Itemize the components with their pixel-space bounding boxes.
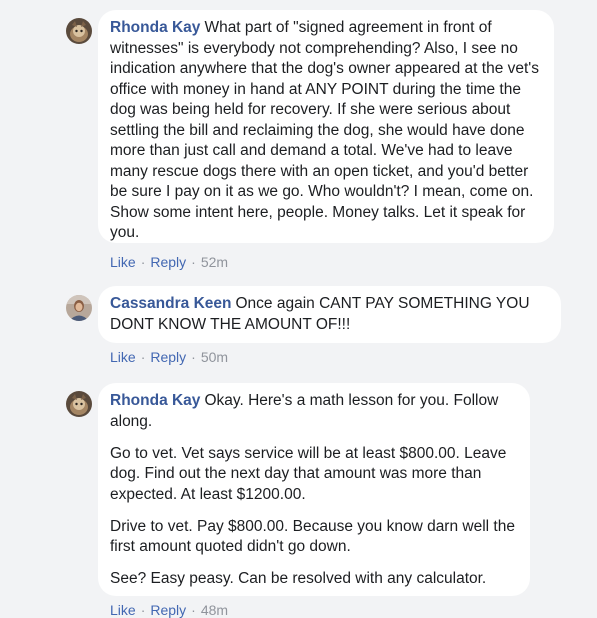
separator: · xyxy=(191,254,196,270)
separator: · xyxy=(140,254,146,270)
separator: · xyxy=(191,602,196,618)
comment-paragraph: Drive to vet. Pay $800.00. Because you k… xyxy=(110,517,515,556)
like-link[interactable]: Like xyxy=(110,602,136,618)
timestamp[interactable]: 50m xyxy=(201,349,228,365)
like-link[interactable]: Like xyxy=(110,254,136,270)
comment-bubble: Cassandra Keen Once again CANT PAY SOMETH… xyxy=(98,286,561,343)
avatar[interactable] xyxy=(66,18,92,44)
like-link[interactable]: Like xyxy=(110,349,136,365)
author-name[interactable]: Cassandra Keen xyxy=(110,295,231,312)
comment-paragraph: See? Easy peasy. Can be resolved with an… xyxy=(110,570,487,587)
avatar[interactable] xyxy=(66,391,92,417)
comment-thread: Rhonda Kay What part of "signed agreement… xyxy=(0,0,597,618)
comment-actions: Like · Reply · 52m xyxy=(110,254,228,270)
separator: · xyxy=(140,602,146,618)
author-name[interactable]: Rhonda Kay xyxy=(110,19,200,36)
comment-actions: Like · Reply · 50m xyxy=(110,349,228,365)
reply-link[interactable]: Reply xyxy=(150,602,186,618)
author-name[interactable]: Rhonda Kay xyxy=(110,392,200,409)
separator: · xyxy=(191,349,196,365)
comment-bubble: Rhonda Kay Okay. Here's a math lesson for… xyxy=(98,383,530,596)
comment-text: Rhonda Kay Okay. Here's a math lesson for… xyxy=(110,391,518,432)
timestamp[interactable]: 52m xyxy=(201,254,228,270)
avatar[interactable] xyxy=(66,295,92,321)
comment-bubble: Rhonda Kay What part of "signed agreement… xyxy=(98,10,554,243)
comment-body: What part of "signed agreement in front … xyxy=(110,19,540,241)
comment-text: Rhonda Kay What part of "signed agreement… xyxy=(110,18,542,244)
reply-link[interactable]: Reply xyxy=(150,349,186,365)
comment-actions: Like · Reply · 48m xyxy=(110,602,228,618)
comment-paragraph: Go to vet. Vet says service will be at l… xyxy=(110,444,507,503)
comment-text: Cassandra Keen Once again CANT PAY SOMETH… xyxy=(110,294,549,335)
timestamp[interactable]: 48m xyxy=(201,602,228,618)
reply-link[interactable]: Reply xyxy=(150,254,186,270)
separator: · xyxy=(140,349,146,365)
